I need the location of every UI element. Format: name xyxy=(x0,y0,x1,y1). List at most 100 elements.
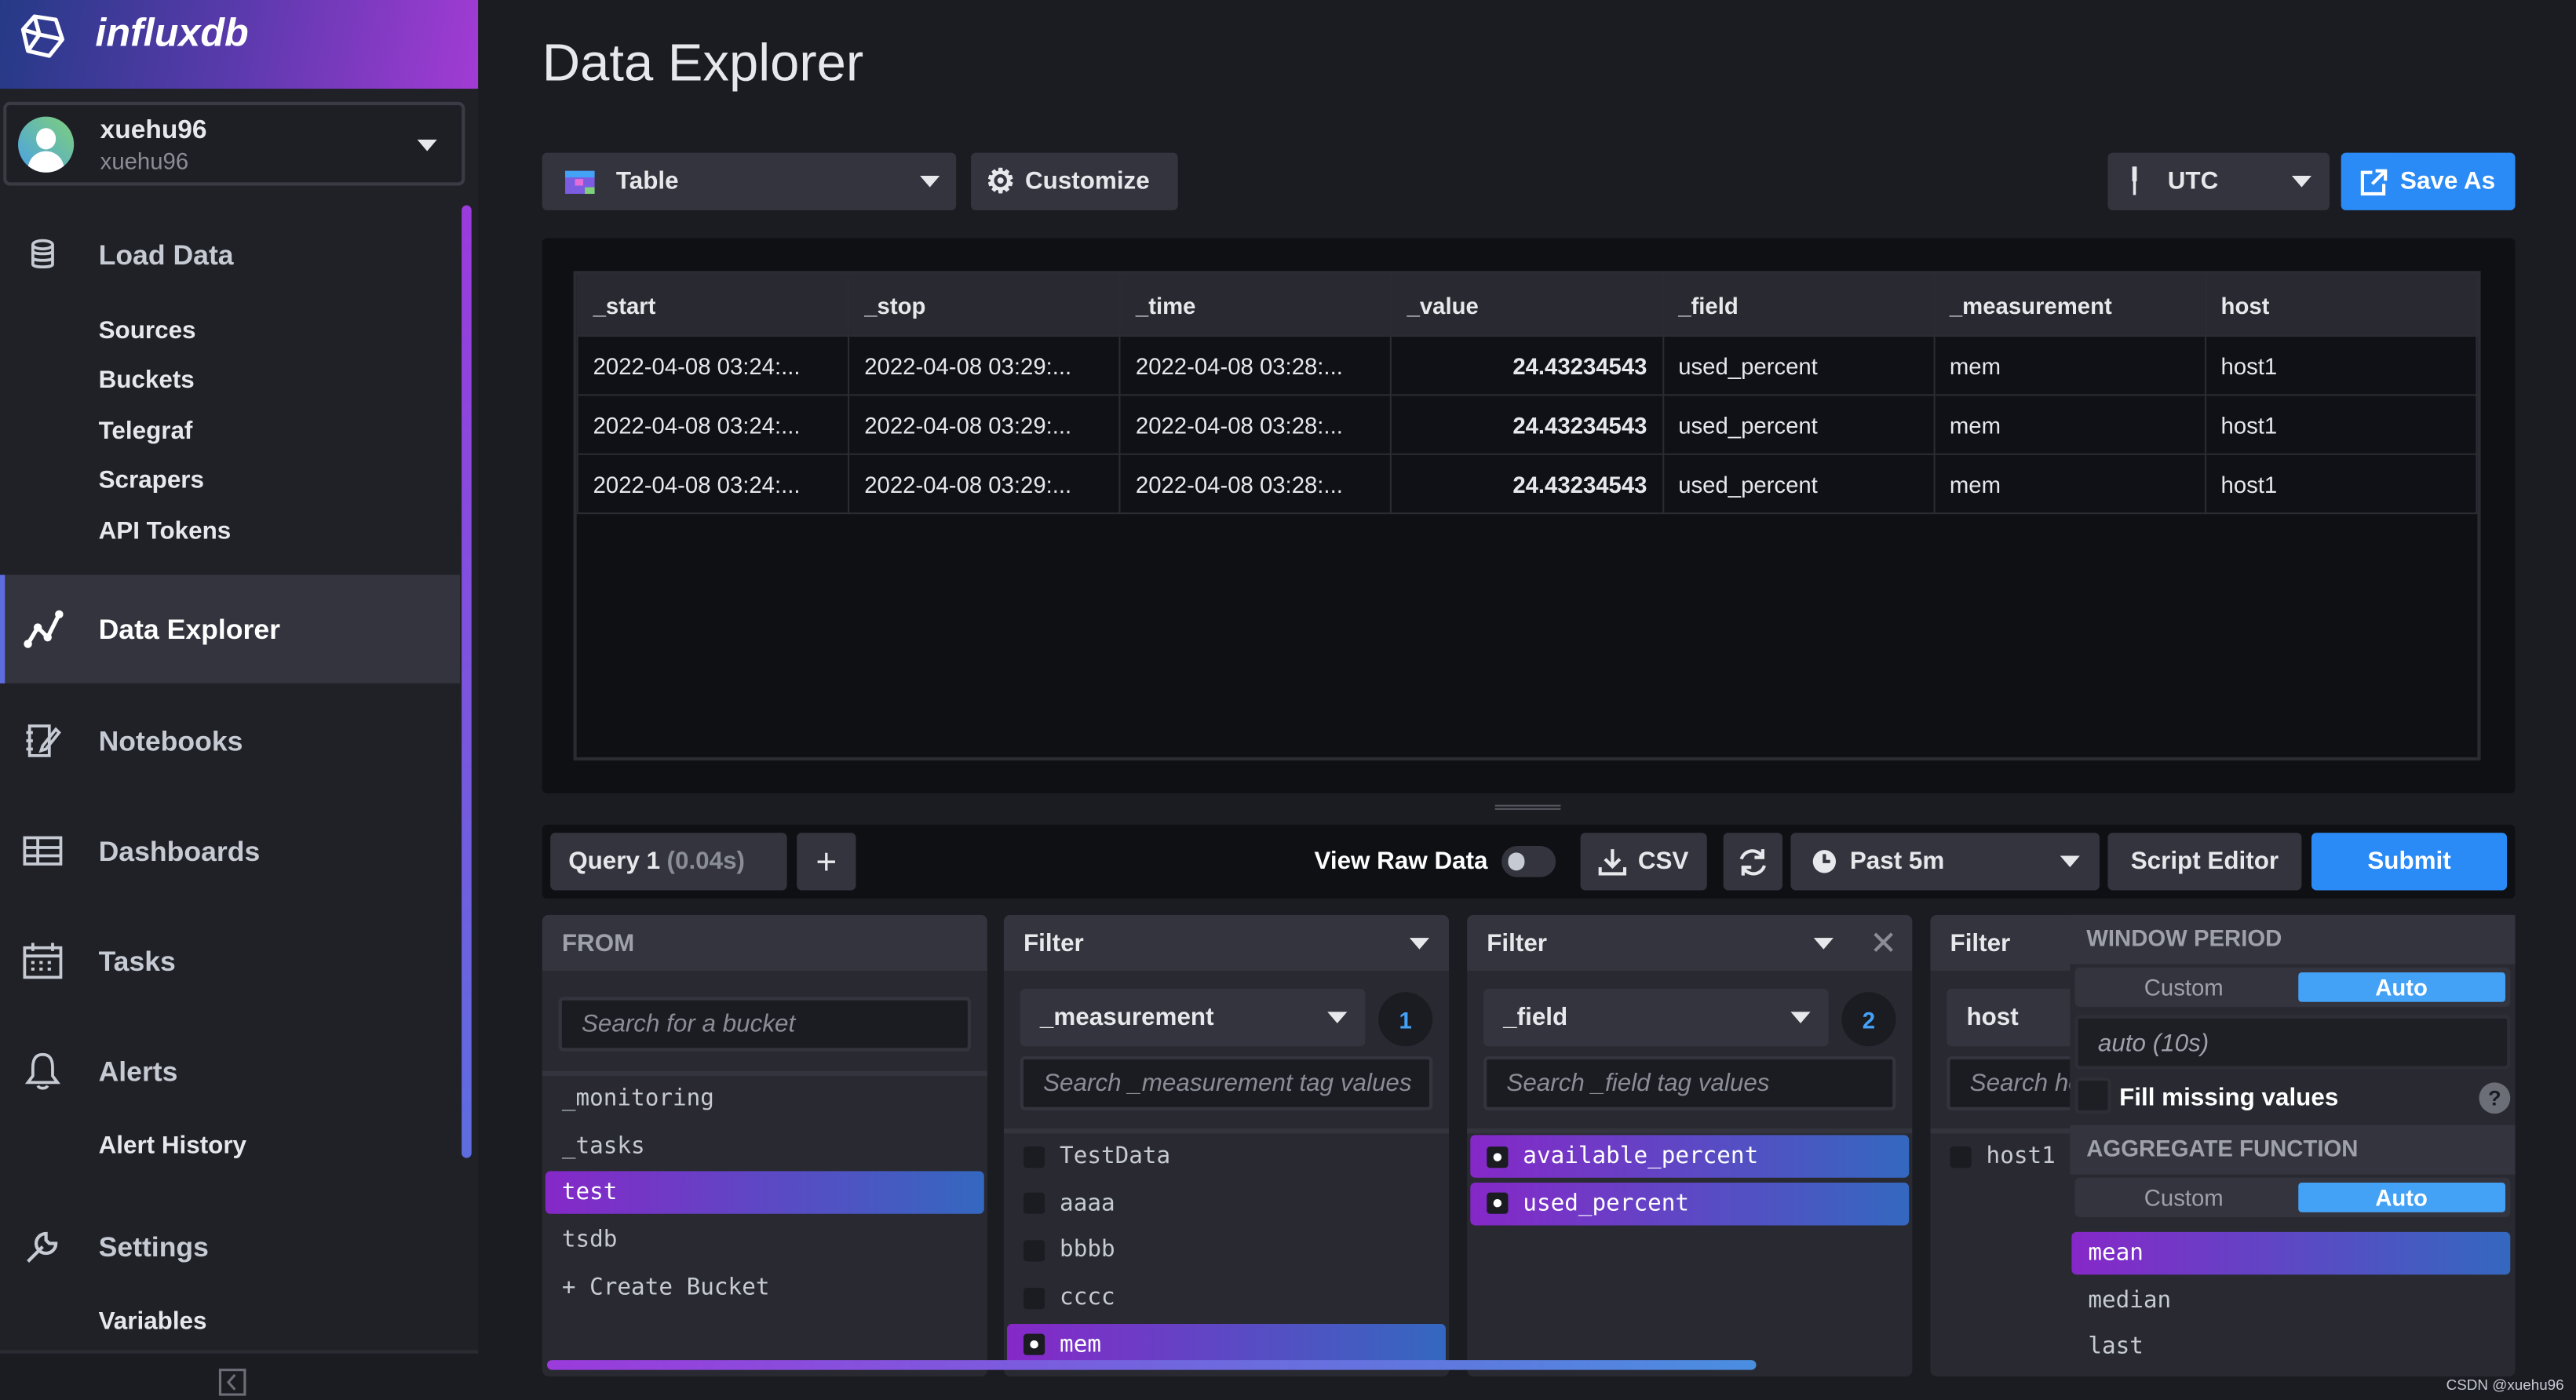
checkbox[interactable] xyxy=(1023,1192,1045,1215)
sidebar-item-dashboards[interactable]: Dashboards xyxy=(0,823,460,879)
query-timing: (0.04s) xyxy=(666,848,746,876)
chevron-down-icon xyxy=(2291,175,2311,188)
remove-filter-close-icon[interactable]: ✕ xyxy=(1870,923,1897,964)
resize-handle[interactable] xyxy=(1494,804,1561,810)
sidebar-item-data-explorer[interactable]: Data Explorer xyxy=(0,574,461,684)
refresh-button[interactable] xyxy=(1723,833,1783,891)
bucket-list-item[interactable]: _tasks xyxy=(545,1125,984,1167)
script-editor-button[interactable]: Script Editor xyxy=(2107,833,2302,891)
help-icon[interactable]: ? xyxy=(2479,1082,2511,1114)
tag-values-search-input[interactable]: Search _field tag values xyxy=(1483,1055,1896,1110)
filter-card-header[interactable]: Filter xyxy=(1467,914,1913,972)
window-period-input[interactable]: auto (10s) xyxy=(2074,1015,2511,1070)
table-cell: 2022-04-08 03:28:... xyxy=(1118,334,1392,396)
csv-download-button[interactable]: CSV xyxy=(1580,833,1707,891)
sidebar-subitem-api-tokens[interactable]: API Tokens xyxy=(99,517,232,545)
tag-value-item[interactable]: bbbb xyxy=(1007,1229,1446,1271)
column-header-stop[interactable]: _stop xyxy=(848,274,1122,337)
tag-value-item[interactable]: TestData xyxy=(1007,1135,1446,1177)
aggregate-function-title: AGGREGATE FUNCTION xyxy=(2086,1135,2359,1161)
visualization-type-dropdown[interactable]: Table xyxy=(542,152,957,210)
timezone-dropdown[interactable]: ╿ UTC xyxy=(2107,152,2330,210)
checkbox[interactable] xyxy=(1023,1240,1045,1262)
sidebar-subitem-telegraf[interactable]: Telegraf xyxy=(99,417,193,446)
bucket-search-input[interactable]: Search for a bucket xyxy=(558,997,972,1052)
aggregate-function-item[interactable]: mean xyxy=(2071,1231,2511,1275)
table-cell: 24.43234543 xyxy=(1390,394,1664,455)
sidebar-subitem-buckets[interactable]: Buckets xyxy=(99,366,195,395)
filter-key-dropdown[interactable]: _measurement xyxy=(1020,989,1366,1047)
sidebar-item-tasks[interactable]: Tasks xyxy=(0,933,460,989)
horizontal-scrollbar[interactable] xyxy=(547,1360,1757,1370)
bucket-list-item[interactable]: tsdb xyxy=(545,1219,984,1261)
time-range-dropdown[interactable]: Past 5m xyxy=(1790,833,2100,891)
window-custom-option[interactable]: Custom xyxy=(2080,972,2288,1002)
sidebar-item-alerts[interactable]: Alerts xyxy=(0,1043,460,1099)
sidebar-item-settings[interactable]: Settings xyxy=(0,1219,460,1274)
filter-key-label: _measurement xyxy=(1039,1003,1214,1032)
column-header-start[interactable]: _start xyxy=(576,274,850,337)
fill-missing-checkbox[interactable] xyxy=(2074,1077,2111,1114)
table-cell: mem xyxy=(1932,453,2206,515)
window-period-toggle[interactable]: Custom Auto xyxy=(2074,967,2511,1008)
user-switcher[interactable]: xuehu96 xuehu96 xyxy=(3,101,465,186)
aggregate-function-toggle[interactable]: Custom Auto xyxy=(2074,1177,2511,1217)
column-header-host[interactable]: host xyxy=(2204,274,2478,337)
tag-value-item[interactable]: cccc xyxy=(1007,1277,1446,1319)
column-header-measurement[interactable]: _measurement xyxy=(1932,274,2206,337)
sidebar-subitem-sources[interactable]: Sources xyxy=(99,317,196,345)
tag-value-item[interactable]: host1 xyxy=(1934,1135,2092,1177)
sidebar-subitem-variables[interactable]: Variables xyxy=(99,1307,207,1336)
visualization-type-label: Table xyxy=(615,167,679,196)
list-item-label: tsdb xyxy=(561,1227,618,1254)
aggregate-custom-option[interactable]: Custom xyxy=(2080,1183,2288,1212)
submit-button[interactable]: Submit xyxy=(2311,833,2508,891)
filter-title: Filter xyxy=(1487,928,1548,957)
filter-card-header[interactable]: Filter xyxy=(1003,914,1450,972)
chevron-down-icon xyxy=(1813,938,1833,950)
aggregate-auto-option[interactable]: Auto xyxy=(2297,1183,2505,1212)
tag-values-search-input[interactable]: Search _measurement tag values xyxy=(1020,1055,1433,1110)
column-header-value[interactable]: _value xyxy=(1390,274,1664,337)
export-icon xyxy=(2360,168,2388,195)
save-as-label: Save As xyxy=(2400,167,2496,196)
sidebar-item-label: Dashboards xyxy=(98,836,261,868)
checkbox[interactable] xyxy=(1950,1145,1972,1168)
tab-query-1[interactable]: Query 1 (0.04s) xyxy=(550,833,787,891)
brand-header[interactable]: influxdb xyxy=(0,0,479,89)
sidebar-item-notebooks[interactable]: Notebooks xyxy=(0,713,460,768)
table-cell: mem xyxy=(1932,394,2206,455)
add-query-button[interactable]: + xyxy=(797,833,856,891)
table-row: 2022-04-08 03:24:... 2022-04-08 03:29:...… xyxy=(576,394,2478,455)
sidebar-item-load-data[interactable]: Load Data xyxy=(0,227,460,283)
checkbox[interactable] xyxy=(1487,1192,1509,1215)
tag-value-item[interactable]: used_percent xyxy=(1470,1182,1910,1225)
filter-key-dropdown[interactable]: _field xyxy=(1483,989,1829,1047)
bucket-list-item[interactable]: test xyxy=(545,1172,984,1215)
checkbox[interactable] xyxy=(1023,1287,1045,1309)
tag-value-item[interactable]: aaaa xyxy=(1007,1182,1446,1224)
aggregate-function-item[interactable]: last xyxy=(2071,1326,2510,1369)
sidebar-item-label: Alerts xyxy=(98,1055,178,1088)
column-header-time[interactable]: _time xyxy=(1118,274,1392,337)
sidebar-subitem-alert-history[interactable]: Alert History xyxy=(99,1132,246,1160)
bucket-list-item[interactable]: _monitoring xyxy=(545,1077,984,1120)
tag-value-item[interactable]: available_percent xyxy=(1470,1135,1910,1178)
org-name: xuehu96 xyxy=(100,148,189,174)
create-bucket-button[interactable]: + Create Bucket xyxy=(545,1266,984,1308)
checkbox[interactable] xyxy=(1487,1145,1509,1168)
influxdb-logo-icon xyxy=(20,14,65,58)
column-header-field[interactable]: _field xyxy=(1662,274,1936,337)
clock-icon xyxy=(1812,850,1837,873)
view-raw-data-toggle[interactable] xyxy=(1501,845,1556,877)
sidebar-subitem-scrapers[interactable]: Scrapers xyxy=(99,466,204,494)
save-as-button[interactable]: Save As xyxy=(2341,152,2516,210)
checkbox[interactable] xyxy=(1023,1145,1045,1168)
sidebar-collapse-bar[interactable] xyxy=(0,1350,479,1400)
checkbox[interactable] xyxy=(1023,1334,1045,1356)
window-auto-option[interactable]: Auto xyxy=(2297,972,2505,1002)
customize-button[interactable]: ⚙ Customize xyxy=(971,152,1178,210)
aggregate-function-item[interactable]: median xyxy=(2071,1279,2510,1322)
results-table: _start _stop _time _value _field _measurement… xyxy=(576,274,2478,515)
sidebar-scrollbar[interactable] xyxy=(462,205,472,1158)
